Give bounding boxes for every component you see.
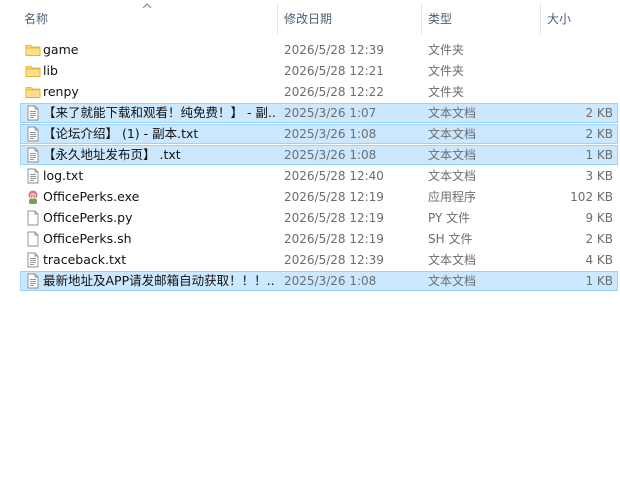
file-size (541, 41, 613, 59)
folder-icon (25, 84, 41, 100)
column-header-size[interactable]: 大小 (541, 0, 620, 38)
text-file-icon (25, 105, 41, 121)
file-name: 【来了就能下载和观看！纯免费！】 - 副... (43, 105, 275, 120)
file-row[interactable]: game 2026/5/28 12:39 文件夹 (20, 40, 618, 60)
text-file-icon (25, 252, 41, 268)
file-row[interactable]: 【来了就能下载和观看！纯免费！】 - 副... 2025/3/26 1:07 文本文… (20, 103, 618, 123)
file-name: renpy (43, 84, 79, 99)
file-row[interactable]: OfficePerks.py 2026/5/28 12:19 PY 文件 9 KB (20, 208, 618, 228)
file-type: PY 文件 (428, 211, 471, 225)
file-modified-date: 2026/5/28 12:39 (284, 43, 384, 57)
file-size: 2 KB (585, 106, 613, 120)
file-modified-date: 2026/5/28 12:21 (284, 64, 384, 78)
column-header-bar: 名称 修改日期 类型 大小 (0, 0, 620, 38)
file-row[interactable]: renpy 2026/5/28 12:22 文件夹 (20, 82, 618, 102)
file-modified-date: 2026/5/28 12:19 (284, 211, 384, 225)
file-type: 文本文档 (428, 253, 477, 267)
file-type: 文件夹 (428, 43, 465, 57)
file-name: 最新地址及APP请发邮箱自动获取！！！... (43, 273, 275, 288)
file-modified-date: 2026/5/28 12:22 (284, 85, 384, 99)
file-row[interactable]: log.txt 2026/5/28 12:40 文本文档 3 KB (20, 166, 618, 186)
file-row[interactable]: 【论坛介绍】 (1) - 副本.txt 2025/3/26 1:08 文本文档 2 K… (20, 124, 618, 144)
blank-file-icon (25, 210, 41, 226)
file-size: 102 KB (570, 190, 613, 204)
file-size: 1 KB (585, 148, 613, 162)
file-size: 2 KB (585, 232, 613, 246)
file-row[interactable]: 【永久地址发布页】 .txt 2025/3/26 1:08 文本文档 1 KB (20, 145, 618, 165)
blank-file-icon (25, 231, 41, 247)
column-header-name[interactable]: 名称 (18, 0, 276, 38)
file-name: log.txt (43, 168, 84, 183)
file-size: 2 KB (585, 127, 613, 141)
file-size: 1 KB (585, 274, 613, 288)
file-type: 文本文档 (428, 106, 477, 120)
column-header-type[interactable]: 类型 (422, 0, 540, 38)
file-type: 应用程序 (428, 190, 477, 204)
file-modified-date: 2026/5/28 12:19 (284, 232, 384, 246)
text-file-icon (25, 273, 41, 289)
folder-icon (25, 42, 41, 58)
file-row[interactable]: lib 2026/5/28 12:21 文件夹 (20, 61, 618, 81)
file-modified-date: 2025/3/26 1:08 (284, 127, 377, 141)
file-modified-date: 2026/5/28 12:19 (284, 190, 384, 204)
text-file-icon (25, 147, 41, 163)
file-name: OfficePerks.exe (43, 189, 140, 204)
file-row[interactable]: OfficePerks.sh 2026/5/28 12:19 SH 文件 2 KB (20, 229, 618, 249)
file-row[interactable]: 最新地址及APP请发邮箱自动获取！！！... 2025/3/26 1:08 文本文档… (20, 271, 618, 291)
file-name: 【永久地址发布页】 .txt (43, 147, 181, 162)
file-type: 文本文档 (428, 274, 477, 288)
file-modified-date: 2026/5/28 12:39 (284, 253, 384, 267)
file-name: OfficePerks.py (43, 210, 133, 225)
column-header-date[interactable]: 修改日期 (278, 0, 421, 38)
file-name: 【论坛介绍】 (1) - 副本.txt (43, 126, 199, 141)
text-file-icon (25, 126, 41, 142)
folder-icon (25, 63, 41, 79)
file-name: OfficePerks.sh (43, 231, 132, 246)
file-name: lib (43, 63, 58, 78)
file-size (541, 83, 613, 101)
file-size: 9 KB (585, 211, 613, 225)
exe-icon (25, 189, 41, 205)
file-size: 4 KB (585, 253, 613, 267)
file-type: 文本文档 (428, 127, 477, 141)
file-type: 文件夹 (428, 85, 465, 99)
file-modified-date: 2025/3/26 1:08 (284, 274, 377, 288)
file-row[interactable]: OfficePerks.exe 2026/5/28 12:19 应用程序 102 KB (20, 187, 618, 207)
file-size (541, 62, 613, 80)
file-size: 3 KB (585, 169, 613, 183)
file-type: 文本文档 (428, 148, 477, 162)
file-type: SH 文件 (428, 232, 473, 246)
file-type: 文件夹 (428, 64, 465, 78)
text-file-icon (25, 168, 41, 184)
file-modified-date: 2025/3/26 1:07 (284, 106, 377, 120)
file-name: game (43, 42, 79, 57)
file-type: 文本文档 (428, 169, 477, 183)
file-modified-date: 2025/3/26 1:08 (284, 148, 377, 162)
file-name: traceback.txt (43, 252, 127, 267)
file-modified-date: 2026/5/28 12:40 (284, 169, 384, 183)
file-row[interactable]: traceback.txt 2026/5/28 12:39 文本文档 4 KB (20, 250, 618, 270)
